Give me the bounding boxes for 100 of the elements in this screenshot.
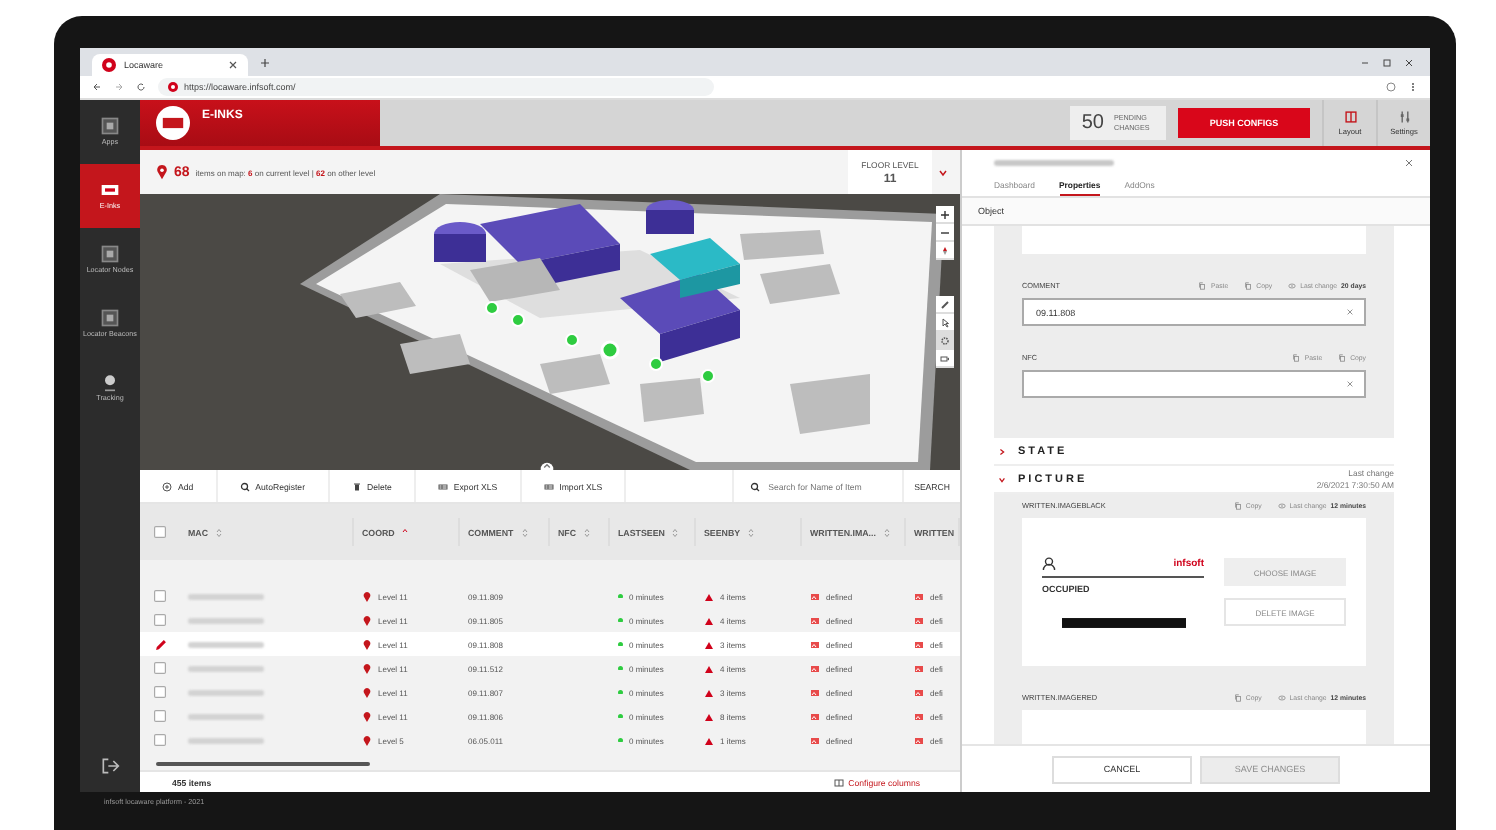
status-dot bbox=[618, 665, 623, 671]
image-icon bbox=[810, 687, 820, 697]
close-icon[interactable] bbox=[1404, 57, 1414, 67]
pin-icon bbox=[362, 591, 372, 601]
device-icon bbox=[100, 180, 120, 201]
signal-icon bbox=[704, 687, 714, 697]
device-icon bbox=[100, 308, 120, 329]
pin-icon bbox=[362, 687, 372, 697]
camera-button[interactable] bbox=[936, 350, 954, 368]
minus-icon bbox=[940, 227, 950, 237]
table-icon bbox=[543, 481, 554, 491]
row-checkbox[interactable] bbox=[154, 710, 166, 722]
image-icon bbox=[914, 735, 924, 745]
pointer-icon bbox=[940, 317, 950, 327]
reload-icon[interactable] bbox=[136, 82, 146, 92]
pin-icon bbox=[156, 164, 168, 180]
signal-icon bbox=[704, 615, 714, 625]
image-icon bbox=[810, 639, 820, 649]
copy-icon bbox=[1233, 694, 1242, 702]
image-icon bbox=[914, 711, 924, 721]
eye-icon bbox=[1277, 502, 1286, 510]
ruler-icon bbox=[940, 299, 950, 309]
logout-icon[interactable] bbox=[100, 756, 120, 776]
new-tab-icon[interactable] bbox=[260, 57, 270, 67]
redacted-mac bbox=[188, 641, 264, 647]
pending-count: 50 bbox=[1081, 112, 1104, 134]
compass-button[interactable] bbox=[936, 242, 954, 260]
status-dot bbox=[618, 593, 623, 599]
close-icon[interactable] bbox=[228, 60, 238, 70]
signal-icon bbox=[704, 663, 714, 673]
device-icon bbox=[100, 116, 120, 137]
restore-icon[interactable] bbox=[1382, 57, 1392, 67]
redacted-title bbox=[994, 159, 1114, 165]
location-icon bbox=[100, 372, 120, 393]
text-field[interactable] bbox=[1022, 226, 1366, 254]
copy-icon bbox=[1198, 282, 1207, 290]
zoom-out-button[interactable] bbox=[936, 224, 954, 242]
sort-icon[interactable] bbox=[883, 527, 890, 537]
clear-icon[interactable] bbox=[1346, 308, 1354, 316]
camera-icon bbox=[940, 353, 950, 363]
settings-icon bbox=[1397, 110, 1411, 124]
gear-icon bbox=[940, 335, 950, 345]
signal-icon bbox=[704, 639, 714, 649]
text-field[interactable] bbox=[1022, 370, 1366, 398]
sort-icon[interactable] bbox=[672, 527, 679, 537]
row-checkbox[interactable] bbox=[154, 614, 166, 626]
pin-icon bbox=[362, 615, 372, 625]
pin-icon bbox=[362, 639, 372, 649]
trash-icon bbox=[351, 481, 361, 491]
zoom-in-button[interactable] bbox=[936, 206, 954, 224]
status-dot bbox=[618, 737, 623, 743]
sort-icon[interactable] bbox=[216, 527, 222, 537]
forward-icon[interactable] bbox=[114, 82, 124, 92]
pin-icon bbox=[362, 735, 372, 745]
sort-icon[interactable] bbox=[584, 527, 591, 537]
row-checkbox[interactable] bbox=[154, 734, 166, 746]
row-checkbox[interactable] bbox=[154, 686, 166, 698]
barcode-drawing bbox=[1061, 618, 1185, 628]
profile-icon[interactable] bbox=[1386, 82, 1396, 92]
image-icon bbox=[810, 711, 820, 721]
eye-icon bbox=[1277, 694, 1286, 702]
device-icon bbox=[100, 244, 120, 265]
scrollbar-thumb[interactable] bbox=[156, 762, 370, 766]
logo-icon bbox=[102, 58, 116, 72]
copy-icon bbox=[1338, 354, 1347, 362]
chevron-down-icon[interactable] bbox=[938, 167, 948, 177]
back-icon[interactable] bbox=[92, 82, 102, 92]
image-icon bbox=[810, 663, 820, 673]
image-icon bbox=[914, 591, 924, 601]
row-checkbox[interactable] bbox=[154, 590, 166, 602]
image-icon bbox=[914, 687, 924, 697]
signal-icon bbox=[704, 735, 714, 745]
copy-icon bbox=[1244, 282, 1253, 290]
columns-icon bbox=[834, 777, 845, 787]
floor-map-drawing[interactable] bbox=[140, 194, 960, 470]
select-all-checkbox[interactable] bbox=[154, 526, 166, 538]
close-icon[interactable] bbox=[1404, 157, 1414, 167]
eink-icon bbox=[156, 106, 190, 140]
logo-icon bbox=[168, 82, 178, 92]
row-checkbox[interactable] bbox=[154, 662, 166, 674]
search-icon bbox=[239, 481, 250, 491]
select-button[interactable] bbox=[936, 314, 954, 332]
status-dot bbox=[618, 713, 623, 719]
add-icon bbox=[162, 481, 172, 491]
measure-button[interactable] bbox=[936, 296, 954, 314]
copy-icon bbox=[1233, 502, 1242, 510]
person-icon bbox=[1042, 556, 1056, 570]
layout-icon bbox=[1343, 110, 1357, 124]
image-icon bbox=[914, 639, 924, 649]
pin-icon bbox=[362, 663, 372, 673]
image-icon bbox=[810, 615, 820, 625]
minimize-icon[interactable] bbox=[1360, 57, 1370, 67]
clear-icon[interactable] bbox=[1346, 380, 1354, 388]
image-icon bbox=[810, 591, 820, 601]
sort-icon[interactable] bbox=[521, 527, 528, 537]
sort-icon[interactable] bbox=[748, 527, 755, 537]
status-dot bbox=[618, 689, 623, 695]
view-button[interactable] bbox=[936, 332, 954, 350]
status-dot bbox=[618, 617, 623, 623]
signal-icon bbox=[704, 591, 714, 601]
